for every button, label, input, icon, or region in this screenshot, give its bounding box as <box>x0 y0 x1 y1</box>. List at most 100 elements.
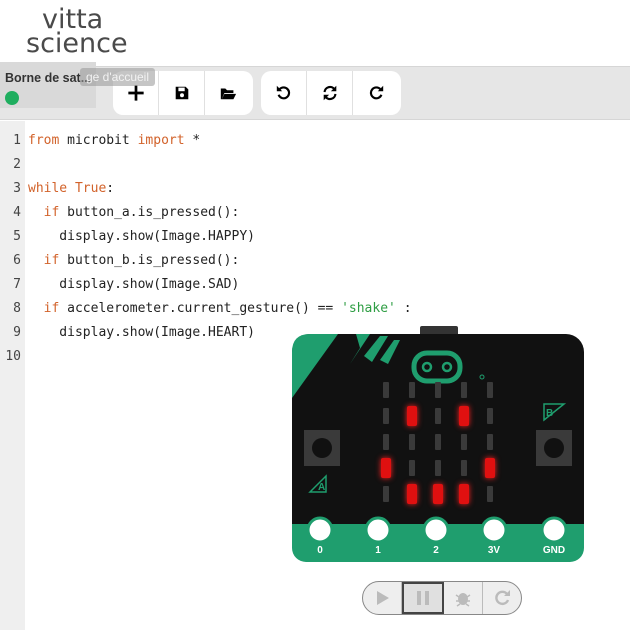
code-text: if button_a.is_pressed(): <box>28 201 240 225</box>
microbit-simulator: A B 0 1 2 3V GND <box>292 326 584 562</box>
led-on <box>459 484 469 504</box>
redo-icon <box>369 85 384 100</box>
code-token: : <box>106 181 115 196</box>
pin-label: 2 <box>433 545 439 556</box>
code-token: button_b.is_pressed(): <box>59 253 240 268</box>
code-token: 'shake' <box>341 301 396 316</box>
reset-button[interactable] <box>483 582 521 614</box>
code-text: if accelerometer.current_gesture() == 's… <box>28 297 412 321</box>
button-b-cap <box>544 438 564 458</box>
line-number: 2 <box>13 157 21 172</box>
led-off <box>461 460 467 476</box>
line-number: 10 <box>5 349 21 364</box>
project-panel[interactable]: Borne de sat... ge d'accueil <box>0 62 178 108</box>
pause-button[interactable] <box>402 582 444 614</box>
folder-open-icon <box>220 88 237 100</box>
led-off <box>487 408 493 424</box>
led-on <box>381 458 391 478</box>
led-off <box>409 460 415 476</box>
led-on <box>459 406 469 426</box>
code-token: display.show(Image.SAD) <box>28 277 240 292</box>
code-text: display.show(Image.SAD) <box>28 273 239 297</box>
line-number: 1 <box>13 133 21 148</box>
line-number: 5 <box>13 229 21 244</box>
logo-text-science: science <box>26 28 128 59</box>
code-token: * <box>184 133 201 148</box>
bug-icon <box>455 593 471 607</box>
code-text: while True: <box>28 177 114 201</box>
code-token: display.show(Image.HEART) <box>28 325 255 340</box>
code-text: display.show(Image.HAPPY) <box>28 225 255 249</box>
pin-label: GND <box>543 545 565 556</box>
pin-label: 1 <box>375 545 381 556</box>
code-text: display.show(Image.HEART) <box>28 321 255 345</box>
led-off <box>461 382 467 398</box>
line-number: 6 <box>13 253 21 268</box>
line-number: 8 <box>13 301 21 316</box>
project-name: Borne de sat... <box>5 71 92 85</box>
led-on <box>407 406 417 426</box>
led-off <box>435 382 441 398</box>
reset-icon <box>495 590 510 606</box>
play-button[interactable] <box>363 582 402 614</box>
undo-icon <box>276 85 290 100</box>
led-on <box>407 484 417 504</box>
code-line[interactable]: 4 if button_a.is_pressed(): <box>0 201 630 225</box>
line-number: 7 <box>13 277 21 292</box>
pin-label: 3V <box>488 545 501 556</box>
redo-button[interactable] <box>353 71 399 115</box>
button-b-label: B <box>546 408 553 419</box>
code-token: accelerometer.current_gesture() == <box>59 301 342 316</box>
code-text: if button_b.is_pressed(): <box>28 249 240 273</box>
pin-0[interactable] <box>306 516 334 544</box>
led-off <box>383 408 389 424</box>
code-line[interactable]: 8 if accelerometer.current_gesture() == … <box>0 297 630 321</box>
line-number: 9 <box>13 325 21 340</box>
pin-1[interactable] <box>364 516 392 544</box>
debug-button[interactable] <box>444 582 483 614</box>
led-off <box>435 434 441 450</box>
pin-2[interactable] <box>422 516 450 544</box>
undo-button[interactable] <box>261 71 307 115</box>
code-token: True <box>74 181 107 196</box>
led-off <box>487 486 493 502</box>
code-token: if <box>43 253 60 268</box>
connection-status-dot <box>5 91 19 105</box>
led-off <box>383 382 389 398</box>
led-off <box>409 382 415 398</box>
vittascience-editor: vitta science Borne de sat... ge d'accue… <box>0 0 630 630</box>
led-off <box>487 434 493 450</box>
code-line[interactable]: 7 display.show(Image.SAD) <box>0 273 630 297</box>
code-token: button_a.is_pressed(): <box>59 205 240 220</box>
led-off <box>461 434 467 450</box>
code-text: from microbit import * <box>28 129 200 153</box>
code-line[interactable]: 1 from microbit import * <box>0 129 630 153</box>
code-token: import <box>137 133 185 148</box>
vittascience-logo[interactable]: vitta science <box>26 4 136 59</box>
code-line[interactable]: 2 <box>0 153 630 177</box>
open-button[interactable] <box>205 71 251 115</box>
tooltip: ge d'accueil <box>80 68 155 86</box>
history-toolbar-group <box>261 71 401 115</box>
led-off <box>487 382 493 398</box>
code-line[interactable]: 5 display.show(Image.HAPPY) <box>0 225 630 249</box>
pin-gnd[interactable] <box>540 516 568 544</box>
led-off <box>409 434 415 450</box>
line-number: 4 <box>13 205 21 220</box>
pin-3v[interactable] <box>480 516 508 544</box>
code-token: if <box>43 301 60 316</box>
code-token: microbit <box>59 133 138 148</box>
code-token: while <box>28 181 68 196</box>
led-off <box>435 460 441 476</box>
button-a-label: A <box>318 482 325 493</box>
pause-icon <box>417 591 429 605</box>
code-line[interactable]: 6 if button_b.is_pressed(): <box>0 249 630 273</box>
code-line[interactable]: 3 while True: <box>0 177 630 201</box>
sync-button[interactable] <box>307 71 353 115</box>
led-on <box>485 458 495 478</box>
button-a-cap <box>312 438 332 458</box>
